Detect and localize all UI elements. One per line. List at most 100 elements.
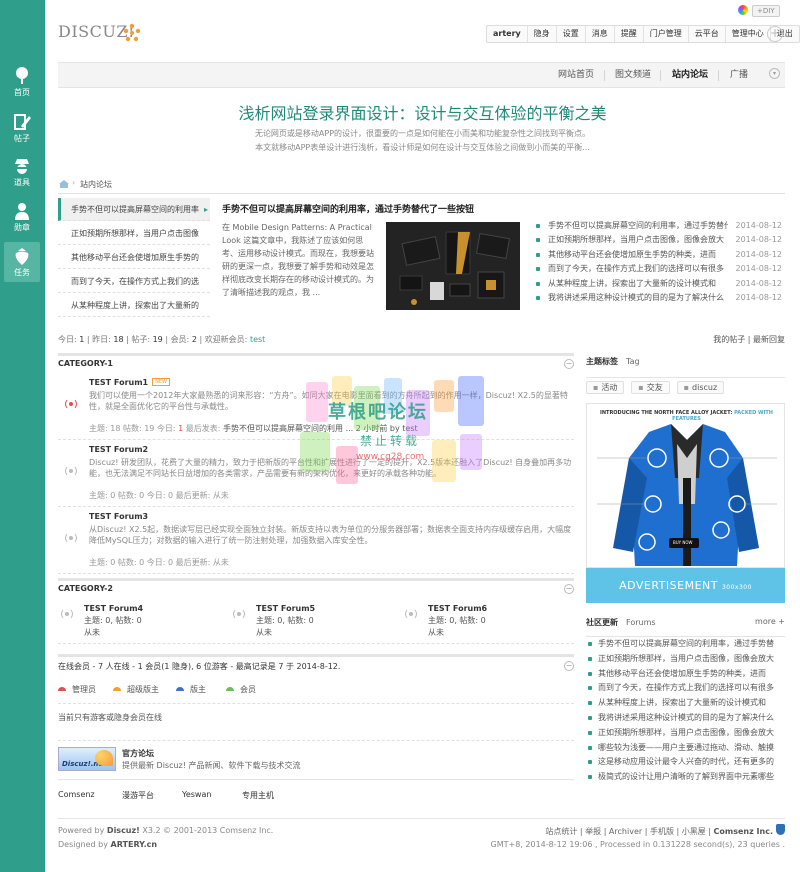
list-item[interactable]: 而到了今天，在操作方式上我们的选择可以有很多 2014-08-12 (534, 262, 786, 276)
online-members-header[interactable]: 在线会员 - 7 人在线 - 1 会员(1 隐身), 6 位游客 - 最高记录是… (58, 654, 574, 671)
category-header[interactable]: CATEGORY-1 − (58, 353, 574, 369)
list-item[interactable]: 极简式的设计让用户清晰的了解到界面中元素哪些 (586, 770, 785, 785)
slide-tab[interactable]: 从某种程度上讲，探索出了大量新的 (58, 294, 210, 317)
collapse-icon[interactable]: − (564, 661, 574, 671)
breadcrumb: › 站内论坛 (58, 178, 785, 194)
username-link[interactable]: artery (487, 26, 528, 42)
forum-stats: 主题: 0, 帖数: 0 (428, 616, 486, 625)
toplink-invisible[interactable]: 隐身 (528, 26, 557, 42)
toplink-messages[interactable]: 消息 (586, 26, 615, 42)
color-theme-icon[interactable] (738, 5, 748, 15)
list-item[interactable]: 这是移动应用设计最令人兴奋的时代，还有更多的 (586, 755, 785, 770)
diy-button[interactable]: +DIY (752, 5, 780, 17)
sidebar-item-tasks[interactable]: 任务 (4, 242, 40, 282)
forum-name[interactable]: TEST Forum3 (89, 512, 148, 521)
sidebar-item-props[interactable]: 道具 (4, 152, 40, 192)
forum-stats: 今日: 1 | 昨日: 18 | 帖子: 19 | 会员: 2 | 欢迎新会员:… (58, 335, 785, 344)
nav-item-home[interactable]: 网站首页 (558, 63, 594, 87)
tag-item[interactable]: ▪ discuz (676, 381, 725, 394)
link-title[interactable]: 官方论坛 (122, 748, 154, 759)
partner-link[interactable]: 专用主机 (242, 790, 274, 801)
company-link: Comsenz Inc. (713, 827, 773, 836)
breadcrumb-current[interactable]: 站内论坛 (80, 179, 112, 190)
buy-now-button[interactable]: BUY NOW (673, 540, 692, 545)
forum-row[interactable]: TEST Forum2 Discuz! 研发团队，花费了大量的精力，致力于把新版… (58, 445, 574, 507)
forum-row[interactable]: TEST Forum1 NEW 我们可以使用一个2012年大家最熟悉的词来形容：“… (58, 378, 574, 440)
tag-list: ▪ 活动 ▪ 交友 ▪ discuz (586, 377, 785, 395)
partner-link[interactable]: Comsenz (58, 790, 95, 799)
list-item[interactable]: 手势不但可以提高屏幕空间的利用率，通过手势替 (586, 637, 785, 652)
toplink-portal-admin[interactable]: 门户管理 (644, 26, 689, 42)
forum-last: 从未 (84, 628, 100, 637)
legend-item: 超级版主 (113, 684, 159, 695)
nav-expand-icon[interactable]: ▾ (769, 68, 780, 79)
slide-tab[interactable]: 其他移动平台还会使增加原生手势的 (58, 246, 210, 269)
forum-name: TEST Forum1 (89, 378, 149, 387)
forum-name[interactable]: TEST Forum5 (256, 604, 315, 613)
list-item[interactable]: 其他移动平台还会使增加原生手势的种类，进而 (586, 667, 785, 682)
list-item[interactable]: 正如预期所想那样，当用户点击图像，图像会放大 (586, 652, 785, 667)
slide-tab[interactable]: 正如预期所想那样，当用户点击图像 (58, 222, 210, 245)
newest-member-link[interactable]: test (250, 335, 265, 344)
latest-replies-link[interactable]: 最新回复 (753, 335, 785, 344)
tags-header: 主题标签 Tag (586, 357, 640, 366)
list-item[interactable]: 从某种程度上讲，探索出了大量新的设计模式和 (586, 696, 785, 711)
forum-name[interactable]: TEST Forum4 (84, 604, 143, 613)
breadcrumb-separator: › (72, 178, 76, 187)
toplink-admin-center[interactable]: 管理中心 (726, 26, 771, 42)
toplink-settings[interactable]: 设置 (557, 26, 586, 42)
stat-posts: 19 (152, 335, 163, 344)
list-item[interactable]: 从某种程度上讲，探索出了大量新的设计模式和 2014-08-12 (534, 277, 786, 291)
home-icon[interactable] (58, 179, 70, 189)
forum-row[interactable]: TEST Forum3 从Discuz! X2.5起，数据读写层已经实现全面独立… (58, 512, 574, 574)
slide-tab[interactable]: 手势不但可以提高屏幕空间的利用率 ▸ (58, 198, 210, 221)
designer-link[interactable]: ARTERY.cn (111, 840, 158, 849)
slide-title[interactable]: 手势不但可以提高屏幕空间的利用率，通过手势替代了一些按钮 (222, 202, 474, 215)
list-item[interactable]: 而到了今天，在操作方式上我们的选择可以有很多 (586, 681, 785, 696)
jacket-advert[interactable]: INTRODUCING THE NORTH FACE ALLOY JACKET:… (586, 403, 785, 568)
forum-name[interactable]: TEST Forum2 (89, 445, 148, 454)
list-item[interactable]: 其他移动平台还会使增加原生手势的种类，进而 2014-08-12 (534, 248, 786, 262)
sidebar-item-home[interactable]: 首页 (4, 62, 40, 102)
nav-item-image[interactable]: 图文频道 (615, 63, 651, 87)
nav-item-broadcast[interactable]: 广播 (730, 63, 748, 87)
sidebar-item-label: 勋章 (14, 223, 30, 232)
search-icon[interactable]: + (767, 26, 783, 42)
collapse-icon[interactable]: − (564, 359, 574, 369)
slide-tab[interactable]: 而到了今天，在操作方式上我们的选 (58, 270, 210, 293)
discuz-logo[interactable]: Discuz!.net (58, 747, 116, 771)
category-title: CATEGORY-1 (58, 359, 113, 368)
list-item[interactable]: 手势不但可以提高屏幕空间的利用率，通过手势替代 2014-08-12 (534, 219, 786, 233)
list-item[interactable]: 哪些较为浅要——用户主要通过拖动、滑动、触摸 (586, 741, 785, 756)
spy-icon (12, 156, 32, 176)
more-link[interactable]: more + (755, 617, 785, 626)
tag-item[interactable]: ▪ 活动 (586, 381, 625, 394)
list-item[interactable]: 我将讲述采用这种设计模式的目的是为了解决什么 (586, 711, 785, 726)
new-badge: NEW (152, 378, 170, 386)
category-header[interactable]: CATEGORY-2 − (58, 578, 574, 594)
last-post-link[interactable]: 手势不但可以提高屏幕空间的利用 ... 2 小时前 by test (223, 424, 418, 433)
list-item[interactable]: 我将讲述采用这种设计模式的目的是为了解决什么 2014-08-12 (534, 291, 786, 305)
partner-link[interactable]: Yeswan (182, 790, 211, 799)
sidebar-item-medals[interactable]: 勋章 (4, 197, 40, 237)
collapse-icon[interactable]: − (564, 584, 574, 594)
list-item[interactable]: 正如预期所想那样，当用户点击图像，图像会放大 2014-08-12 (534, 233, 786, 247)
discuz-link[interactable]: Discuz! (107, 826, 140, 835)
tag-item[interactable]: ▪ 交友 (631, 381, 670, 394)
latest-news-list: 手势不但可以提高屏幕空间的利用率，通过手势替代 2014-08-12 正如预期所想… (534, 219, 786, 305)
sidebar-item-label: 任务 (14, 268, 30, 277)
list-item[interactable]: 正如预期所想那样，当用户点击图像，图像会放大 (586, 726, 785, 741)
community-updates: 手势不但可以提高屏幕空间的利用率，通过手势替 正如预期所想那样，当用户点击图像，… (586, 636, 785, 785)
toplink-cloud[interactable]: 云平台 (689, 26, 726, 42)
main-nav: 网站首页 图文频道 站内论坛 广播 (58, 62, 785, 88)
advertisement-banner[interactable]: ADVERTISEMENT 300x300 (586, 568, 785, 603)
my-posts-link[interactable]: 我的帖子 (713, 335, 745, 344)
legend-item: 管理员 (58, 684, 96, 695)
nav-item-forum[interactable]: 站内论坛 (672, 63, 708, 87)
legend-item: 版主 (176, 684, 206, 695)
banner-title[interactable]: 浅析网站登录界面设计：设计与交互体验的平衡之美 (0, 100, 800, 124)
toplink-notifications[interactable]: 提醒 (615, 26, 644, 42)
forum-name[interactable]: TEST Forum6 (428, 604, 487, 613)
slide-image[interactable] (386, 222, 520, 310)
partner-link[interactable]: 漫游平台 (122, 790, 154, 801)
